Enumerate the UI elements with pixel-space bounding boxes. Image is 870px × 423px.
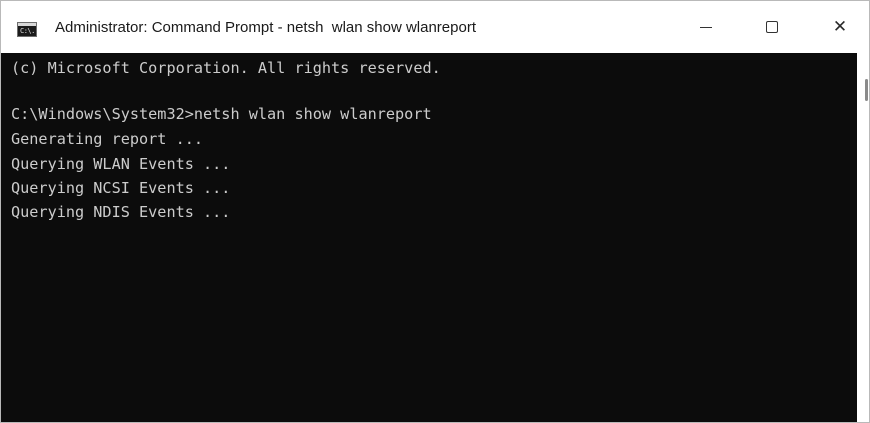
- command-prompt-icon[interactable]: C:\.: [17, 22, 37, 37]
- minimize-button[interactable]: [677, 1, 735, 53]
- close-icon: ✕: [832, 17, 848, 37]
- terminal-output[interactable]: (c) Microsoft Corporation. All rights re…: [1, 53, 857, 422]
- maximize-button[interactable]: [743, 1, 801, 53]
- maximize-icon: [766, 21, 778, 33]
- terminal-line: Generating report ...: [11, 130, 204, 148]
- minimize-icon: [700, 26, 712, 28]
- terminal-line: Querying NDIS Events ...: [11, 203, 231, 221]
- close-button[interactable]: ✕: [811, 1, 869, 53]
- window-title: Administrator: Command Prompt - netsh wl…: [55, 19, 476, 36]
- title-bar[interactable]: C:\. Administrator: Command Prompt - net…: [1, 1, 869, 53]
- vertical-scrollbar[interactable]: [857, 53, 869, 422]
- terminal-line: Querying NCSI Events ...: [11, 179, 231, 197]
- command-prompt-window: C:\. Administrator: Command Prompt - net…: [0, 0, 870, 423]
- app-icon-text: C:\.: [20, 27, 35, 35]
- scrollbar-thumb[interactable]: [865, 79, 868, 101]
- terminal-line: (c) Microsoft Corporation. All rights re…: [11, 59, 441, 77]
- terminal-line: C:\Windows\System32>netsh wlan show wlan…: [11, 105, 432, 123]
- terminal-line: Querying WLAN Events ...: [11, 155, 231, 173]
